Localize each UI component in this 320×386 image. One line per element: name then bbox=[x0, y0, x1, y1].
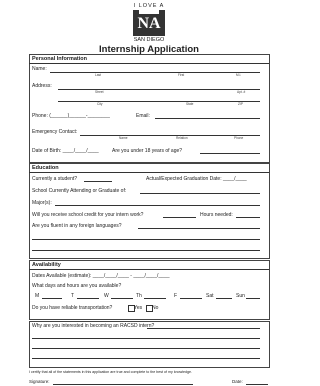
emergency-relation-caption: Relation bbox=[176, 136, 188, 140]
under-18-label: Are you under 18 years of age? bbox=[112, 148, 183, 154]
education-extra-line-2[interactable] bbox=[32, 250, 260, 251]
name-field[interactable] bbox=[50, 72, 260, 73]
city-caption: City bbox=[97, 102, 103, 106]
date-label: Date: bbox=[232, 379, 243, 384]
email-label: Email: bbox=[136, 113, 150, 119]
under-18-field[interactable] bbox=[200, 153, 260, 154]
transportation-no-label: No bbox=[152, 305, 159, 311]
availability-heading: Availability bbox=[32, 262, 61, 268]
street-caption: Street bbox=[95, 90, 104, 94]
interest-line-1[interactable] bbox=[147, 328, 260, 329]
hours-needed-label: Hours needed: bbox=[200, 212, 233, 218]
signature-field[interactable] bbox=[53, 384, 193, 385]
zip-caption: ZIP bbox=[238, 102, 243, 106]
certification-statement: I certify that all of the statements in … bbox=[29, 370, 193, 374]
education-heading: Education bbox=[32, 165, 59, 171]
day-friday: F bbox=[174, 293, 178, 299]
emergency-contact-field[interactable] bbox=[80, 135, 260, 136]
interest-line-4[interactable] bbox=[32, 358, 260, 359]
signature-label: Signature: bbox=[29, 379, 50, 384]
mi-caption: M.I. bbox=[236, 73, 242, 77]
education-extra-line-1[interactable] bbox=[32, 239, 260, 240]
date-of-birth-field[interactable]: Date of Birth: ____/____/____ bbox=[32, 148, 99, 154]
emergency-name-caption: Name bbox=[119, 136, 128, 140]
foreign-languages-label: Are you fluent in any foreign languages? bbox=[32, 223, 122, 229]
major-label: Major(s): bbox=[32, 200, 52, 206]
graduation-date-field[interactable]: Actual/Expected Graduation Date: ____/__… bbox=[146, 176, 247, 182]
apt-caption: Apt. # bbox=[237, 90, 246, 94]
wednesday-hours-field[interactable] bbox=[111, 298, 133, 299]
address-label: Address: bbox=[32, 83, 52, 89]
logo-bottom-text: SAN DIEGO bbox=[133, 37, 165, 43]
monday-hours-field[interactable] bbox=[42, 298, 62, 299]
transportation-yes-label: Yes bbox=[134, 305, 143, 311]
major-field[interactable] bbox=[55, 205, 260, 206]
friday-hours-field[interactable] bbox=[180, 298, 202, 299]
school-credit-field[interactable] bbox=[163, 217, 196, 218]
logo-mark: NA bbox=[133, 8, 165, 36]
logo-mark-letters: NA bbox=[137, 15, 161, 32]
foreign-languages-field[interactable] bbox=[138, 228, 260, 229]
currently-student-field[interactable] bbox=[84, 181, 112, 182]
transportation-label: Do you have reliable transportation? bbox=[32, 305, 113, 311]
currently-student-label: Currently a student? bbox=[32, 176, 78, 182]
last-name-caption: Last bbox=[95, 73, 102, 77]
name-label: Name: bbox=[32, 66, 47, 72]
personal-info-heading: Personal Information bbox=[32, 56, 88, 62]
hours-needed-field[interactable] bbox=[236, 217, 260, 218]
sunday-hours-field[interactable] bbox=[246, 298, 260, 299]
personal-info-section bbox=[29, 54, 270, 163]
emergency-contact-label: Emergency Contact: bbox=[32, 129, 78, 135]
tuesday-hours-field[interactable] bbox=[77, 298, 99, 299]
state-caption: State bbox=[186, 102, 194, 106]
first-name-caption: First bbox=[178, 73, 185, 77]
day-wednesday: W bbox=[104, 293, 109, 299]
day-sunday: Sun bbox=[236, 293, 245, 299]
school-credit-label: Will you receive school credit for your … bbox=[32, 212, 144, 218]
day-thursday: Th bbox=[136, 293, 142, 299]
email-field[interactable] bbox=[155, 118, 260, 119]
interest-line-3[interactable] bbox=[32, 348, 260, 349]
days-hours-label: What days and hours are you available? bbox=[32, 283, 122, 289]
day-saturday: Sat bbox=[206, 293, 214, 299]
day-tuesday: T bbox=[71, 293, 75, 299]
thursday-hours-field[interactable] bbox=[144, 298, 166, 299]
interest-line-2[interactable] bbox=[32, 338, 260, 339]
saturday-hours-field[interactable] bbox=[216, 298, 232, 299]
phone-field[interactable]: Phone: (______)______-________ bbox=[32, 113, 110, 119]
interest-label: Why are you interested in becoming an RA… bbox=[32, 323, 155, 329]
city-state-zip-field[interactable] bbox=[58, 101, 260, 102]
school-label: School Currently Attending or Graduate o… bbox=[32, 188, 127, 194]
street-field[interactable] bbox=[58, 89, 260, 90]
dates-available-field[interactable]: Dates Available (estimate): ____/____/__… bbox=[32, 273, 170, 279]
signature-date-field[interactable] bbox=[246, 384, 268, 385]
school-field[interactable] bbox=[140, 193, 260, 194]
emergency-phone-caption: Phone bbox=[234, 136, 244, 140]
day-monday: M bbox=[35, 293, 40, 299]
